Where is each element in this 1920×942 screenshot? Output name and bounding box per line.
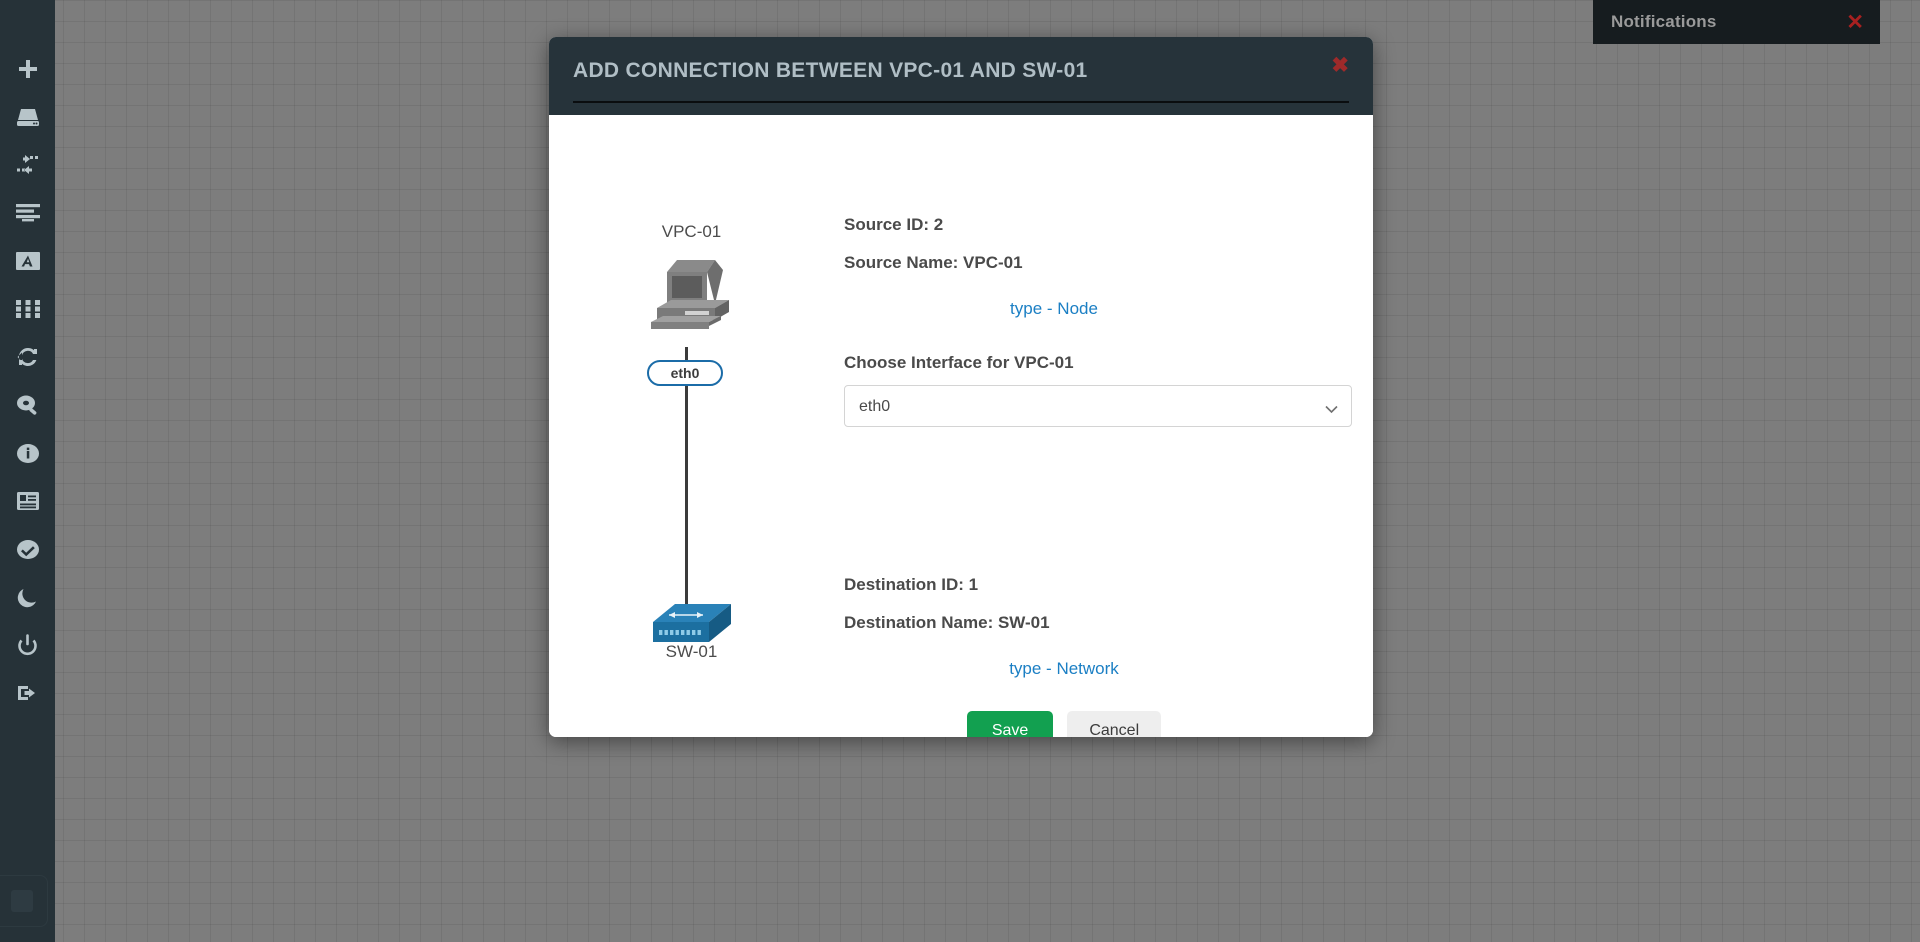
notifications-title: Notifications	[1611, 12, 1717, 31]
dialog-title: Add connection between VPC-01 and SW-01	[573, 59, 1088, 82]
source-id-text: Source ID: 2	[844, 215, 944, 234]
sidebar-item-search[interactable]	[0, 381, 55, 429]
connection-link-line	[685, 347, 688, 609]
list-icon	[15, 204, 40, 222]
dialog-close-icon[interactable]: ✖	[1331, 55, 1349, 76]
sidebar-item-text[interactable]	[0, 237, 55, 285]
left-toolbar	[0, 0, 55, 942]
refresh-icon	[16, 346, 40, 368]
logout-icon	[16, 683, 40, 703]
collapse-square-icon	[11, 890, 33, 912]
sidebar-item-log[interactable]	[0, 477, 55, 525]
destination-name-text: Destination Name: SW-01	[844, 613, 1050, 632]
sidebar-item-dark-mode[interactable]	[0, 573, 55, 621]
notifications-close-icon[interactable]: ✕	[1846, 12, 1864, 33]
sidebar-item-info[interactable]	[0, 429, 55, 477]
save-button[interactable]: Save	[966, 711, 1054, 737]
cancel-button[interactable]: Cancel	[1067, 711, 1162, 737]
moon-icon	[17, 586, 39, 608]
connection-form: Source ID: 2 Source Name: VPC-01 type - …	[834, 115, 1373, 737]
sidebar-item-logout[interactable]	[0, 669, 55, 717]
sidebar-item-refresh[interactable]	[0, 333, 55, 381]
destination-block: Destination ID: 1 Destination Name: SW-0…	[844, 575, 1373, 679]
check-icon	[16, 539, 40, 560]
connection-icon	[15, 154, 40, 176]
interface-badge[interactable]: eth0	[647, 360, 723, 386]
interface-select-wrapper: eth0	[844, 385, 1352, 427]
search-icon	[16, 394, 40, 416]
notifications-panel: Notifications ✕	[1593, 0, 1880, 44]
add-icon	[16, 57, 40, 81]
device-icon	[16, 106, 40, 128]
log-icon	[16, 491, 40, 511]
dialog-body: VPC-01 eth0 SW-01 Source ID: 2 Source Na…	[549, 115, 1373, 737]
sidebar-item-add[interactable]	[0, 45, 55, 93]
sidebar-item-grid[interactable]	[0, 285, 55, 333]
destination-type-link[interactable]: type - Network	[844, 659, 1284, 679]
sidebar-item-power[interactable]	[0, 621, 55, 669]
source-node-label: VPC-01	[661, 222, 722, 241]
text-icon	[15, 251, 41, 271]
source-name-text: Source Name: VPC-01	[844, 253, 1023, 272]
interface-select[interactable]: eth0	[844, 385, 1352, 427]
sidebar-item-device[interactable]	[0, 93, 55, 141]
connection-preview: VPC-01 eth0 SW-01	[549, 115, 834, 737]
destination-id-text: Destination ID: 1	[844, 575, 979, 594]
grid-icon	[15, 300, 40, 318]
destination-node-label: SW-01	[665, 642, 718, 661]
dialog-header: Add connection between VPC-01 and SW-01 …	[549, 37, 1373, 115]
info-icon	[16, 443, 40, 464]
sidebar-item-check[interactable]	[0, 525, 55, 573]
desktop-computer-icon	[649, 248, 735, 337]
source-type-link[interactable]: type - Node	[844, 299, 1264, 319]
add-connection-dialog: Add connection between VPC-01 and SW-01 …	[549, 37, 1373, 737]
power-icon	[16, 633, 39, 657]
interface-field-label: Choose Interface for VPC-01	[844, 353, 1074, 372]
sidebar-item-connection[interactable]	[0, 141, 55, 189]
sidebar-item-list[interactable]	[0, 189, 55, 237]
sidebar-collapse-handle[interactable]	[0, 875, 48, 927]
dialog-title-rule	[573, 101, 1349, 103]
dialog-actions: Save Cancel	[844, 711, 1284, 737]
